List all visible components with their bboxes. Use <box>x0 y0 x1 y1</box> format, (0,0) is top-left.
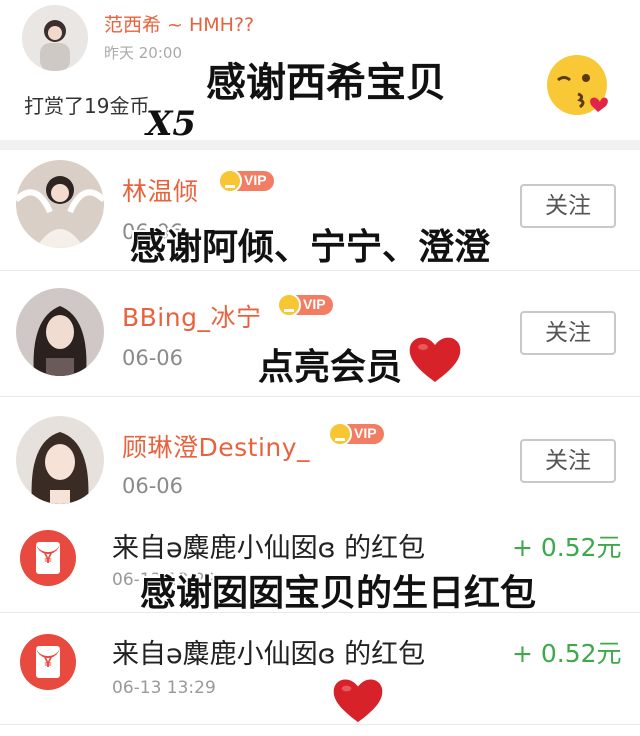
overlay-thanks-birthday: 感谢囡囡宝贝的生日红包 <box>140 573 537 614</box>
red-packet-title: 来自ə麋鹿小仙囡ɞ 的红包 <box>112 639 426 670</box>
user-name[interactable]: BBing_冰宁 <box>122 298 261 334</box>
red-envelope-icon: ¥ <box>20 530 76 586</box>
avatar[interactable] <box>16 160 104 248</box>
avatar[interactable] <box>16 416 104 504</box>
red-envelope-icon: ¥ <box>20 634 76 690</box>
red-packet-amount: + 0.52元 <box>512 533 622 562</box>
avatar[interactable] <box>16 288 104 376</box>
reward-time: 昨天 20:00 <box>104 44 182 62</box>
crown-icon <box>218 169 242 193</box>
follow-button[interactable]: 关注 <box>520 184 616 228</box>
red-packet-item[interactable]: ¥ 来自ə麋鹿小仙囡ɞ 的红包 + 0.52元 06-13 13:29 <box>0 614 640 722</box>
red-packet-title: 来自ə麋鹿小仙囡ɞ 的红包 <box>112 533 426 564</box>
crown-icon <box>328 422 352 446</box>
user-name[interactable]: 顾琳澄Destiny_ <box>122 428 310 464</box>
red-packet-amount: + 0.52元 <box>512 639 622 668</box>
user-name[interactable]: 林温倾 <box>122 172 199 208</box>
section-divider <box>0 140 640 150</box>
follow-date: 06-06 <box>122 474 184 498</box>
list-item: 顾琳澄Destiny_ VIP 06-06 关注 <box>0 398 640 510</box>
row-divider <box>0 270 640 271</box>
reward-message: 打赏了19金币 <box>24 94 150 118</box>
follow-button[interactable]: 关注 <box>520 439 616 483</box>
overlay-thanks-xixi: 感谢西希宝贝 <box>206 60 446 106</box>
kiss-emoji-icon <box>544 50 614 120</box>
heart-icon <box>408 334 462 384</box>
row-divider <box>0 396 640 397</box>
follow-date: 06-06 <box>122 346 184 370</box>
reward-user-name[interactable]: 范西希 ~ HMH?? <box>104 10 254 37</box>
vip-badge: VIP <box>218 169 276 193</box>
overlay-light-vip: 点亮会员 <box>258 347 403 388</box>
avatar[interactable] <box>22 5 88 71</box>
follow-button[interactable]: 关注 <box>520 311 616 355</box>
crown-icon <box>277 293 301 317</box>
vip-badge: VIP <box>328 422 386 446</box>
row-divider <box>0 724 640 725</box>
red-packet-time: 06-13 13:29 <box>112 678 216 698</box>
vip-badge: VIP <box>277 293 335 317</box>
overlay-thanks-three: 感谢阿倾、宁宁、澄澄 <box>130 227 491 268</box>
heart-icon <box>332 676 384 724</box>
overlay-times-five: X5 <box>146 104 197 144</box>
